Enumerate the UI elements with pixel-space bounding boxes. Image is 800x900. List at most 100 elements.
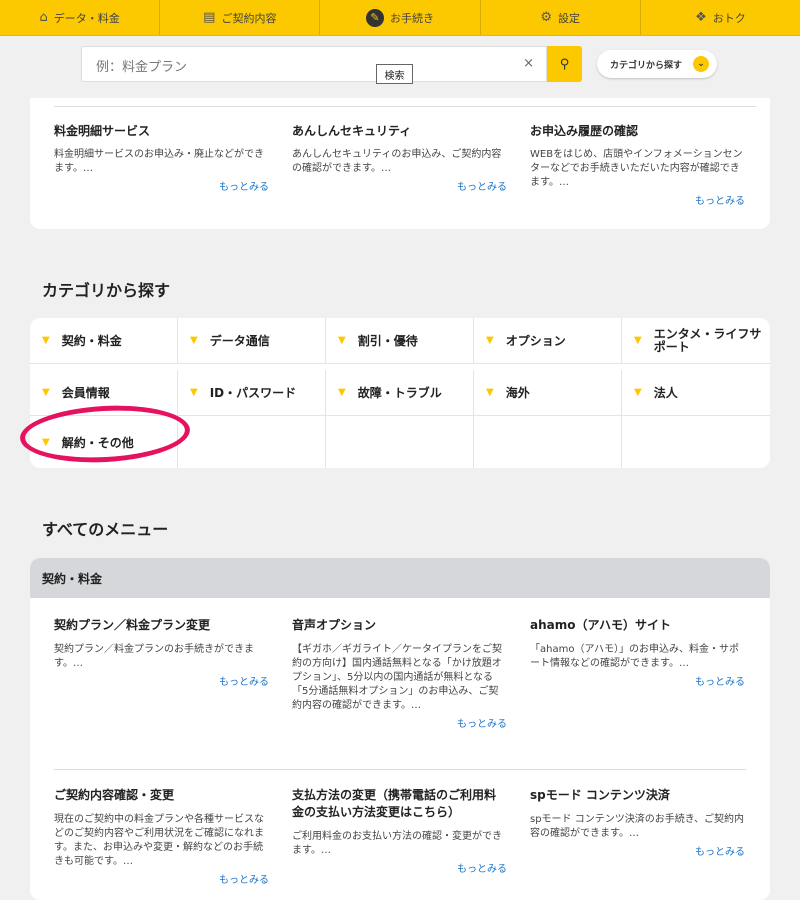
service-desc: WEBをはじめ、店頭やインフォメーションセンターなどでお手続きいただいた内容が確… [530, 149, 743, 188]
search-placeholder: 例：料金プラン [96, 60, 188, 75]
category-contract-fee[interactable]: ▼ 契約・料金 [30, 318, 178, 364]
service-title: 料金明細サービス [54, 124, 151, 138]
menu-item[interactable]: 支払方法の変更（携帯電話のご利用料金の支払い方法変更はこちら） ご利用料金のお支… [292, 787, 507, 875]
triangle-down-icon: ▼ [634, 335, 642, 346]
category-heading: カテゴリから探す [42, 281, 171, 300]
gear-icon: ⚙ [540, 10, 553, 25]
menu-item-desc: spモード コンテンツ決済のお手続き、ご契約内容の確認ができます。… [530, 814, 745, 839]
menu-item-title: ahamo（アハモ）サイト [530, 618, 672, 632]
menu-item-title: ご契約内容確認・変更 [54, 788, 175, 802]
menu-item[interactable]: 音声オプション 【ギガホ／ギガライト／ケータイプランをご契約の方向け】国内通話無… [292, 617, 507, 730]
search-icon: ⚲ [559, 56, 570, 72]
more-link[interactable]: もっとみる [530, 192, 745, 207]
nav-label: お手続き [390, 11, 434, 25]
menu-item-desc: 契約プラン／料金プランのお手続きができます。… [54, 644, 254, 669]
clear-icon[interactable]: × [523, 56, 534, 71]
menu-item-desc: ご利用料金のお支払い方法の確認・変更ができます。… [292, 831, 502, 856]
category-id-password[interactable]: ▼ ID・パスワード [178, 370, 326, 416]
menu-item[interactable]: spモード コンテンツ決済 spモード コンテンツ決済のお手続き、ご契約内容の確… [530, 787, 745, 858]
more-link[interactable]: もっとみる [530, 673, 745, 688]
category-label: 契約・料金 [61, 334, 122, 348]
category-label: ID・パスワード [209, 386, 297, 400]
more-link[interactable]: もっとみる [292, 715, 507, 730]
menu-item[interactable]: 契約プラン／料金プラン変更 契約プラン／料金プランのお手続きができます。… もっ… [54, 617, 269, 688]
triangle-down-icon: ▼ [486, 335, 494, 346]
menu-item-title: 契約プラン／料金プラン変更 [54, 618, 211, 632]
nav-contract[interactable]: ▤ ご契約内容 [159, 0, 319, 35]
nav-label: データ・料金 [53, 11, 120, 25]
triangle-down-icon: ▼ [190, 387, 198, 398]
menu-section-header: 契約・料金 [30, 558, 770, 598]
more-link[interactable]: もっとみる [530, 843, 745, 858]
nav-data-fee[interactable]: ⌂ データ・料金 [0, 0, 159, 35]
menu-item[interactable]: ahamo（アハモ）サイト 「ahamo（アハモ）」のお申込み、料金・サポート情… [530, 617, 745, 688]
nav-deals[interactable]: ❖ おトク [639, 0, 800, 35]
search-bar: 例：料金プラン × ⚲ 検索 カテゴリから探す ⌄ [0, 36, 800, 98]
category-empty [326, 416, 474, 468]
category-entertainment[interactable]: ▼ エンタメ・ライフサポート [622, 318, 770, 364]
document-icon: ▤ [203, 10, 216, 25]
category-search-button[interactable]: カテゴリから探す ⌄ [597, 50, 717, 78]
triangle-down-icon: ▼ [338, 387, 346, 398]
nav-settings[interactable]: ⚙ 設定 [479, 0, 640, 35]
category-label: 法人 [653, 386, 678, 400]
more-link[interactable]: もっとみる [292, 860, 507, 875]
service-desc: あんしんセキュリティのお申込み、ご契約内容の確認ができます。… [292, 149, 502, 174]
category-label: データ通信 [209, 334, 270, 348]
triangle-down-icon: ▼ [42, 335, 50, 346]
nav-label: おトク [712, 11, 746, 25]
category-discount[interactable]: ▼ 割引・優待 [326, 318, 474, 364]
menu-item-title: 支払方法の変更（携帯電話のご利用料金の支払い方法変更はこちら） [292, 788, 497, 819]
category-label: エンタメ・ライフサポート [653, 326, 762, 354]
triangle-down-icon: ▼ [190, 335, 198, 346]
more-link[interactable]: もっとみる [54, 871, 269, 886]
category-label: オプション [505, 334, 566, 348]
menu-item-desc: 【ギガホ／ギガライト／ケータイプランをご契約の方向け】国内通話無料となる「かけ放… [292, 644, 502, 711]
category-empty [622, 416, 770, 468]
category-trouble[interactable]: ▼ 故障・トラブル [326, 370, 474, 416]
triangle-down-icon: ▼ [486, 387, 494, 398]
more-link[interactable]: もっとみる [54, 673, 269, 688]
service-title: お申込み履歴の確認 [530, 124, 639, 138]
menu-item-title: 音声オプション [292, 618, 377, 632]
services-card: 料金明細サービス 料金明細サービスのお申込み・廃止などができます。… もっとみる… [30, 98, 770, 229]
top-navigation: ⌂ データ・料金 ▤ ご契約内容 ✎ お手続き ⚙ 設定 ❖ おトク [0, 0, 800, 36]
nav-label: ご契約内容 [221, 11, 277, 25]
category-empty [474, 416, 622, 468]
divider [54, 106, 756, 107]
service-desc: 料金明細サービスのお申込み・廃止などができます。… [54, 149, 264, 174]
menu-item[interactable]: ご契約内容確認・変更 現在のご契約中の料金プランや各種サービスなどのご契約内容や… [54, 787, 269, 886]
triangle-down-icon: ▼ [42, 387, 50, 398]
service-item[interactable]: お申込み履歴の確認 WEBをはじめ、店頭やインフォメーションセンターなどでお手続… [530, 122, 745, 207]
gift-icon: ❖ [695, 10, 707, 25]
service-item[interactable]: あんしんセキュリティ あんしんセキュリティのお申込み、ご契約内容の確認ができます… [292, 122, 507, 193]
nav-procedures[interactable]: ✎ お手続き [319, 0, 479, 35]
triangle-down-icon: ▼ [338, 335, 346, 346]
category-overseas[interactable]: ▼ 海外 [474, 370, 622, 416]
category-data[interactable]: ▼ データ通信 [178, 318, 326, 364]
category-label: 割引・優待 [357, 334, 418, 348]
search-input[interactable]: 例：料金プラン × [81, 46, 547, 82]
menu-item-desc: 「ahamo（アハモ）」のお申込み、料金・サポート情報などの確認ができます。… [530, 644, 740, 669]
service-title: あんしんセキュリティ [292, 124, 412, 138]
chevron-down-icon: ⌄ [693, 56, 709, 72]
more-link[interactable]: もっとみる [292, 178, 507, 193]
search-tooltip: 検索 [376, 64, 413, 84]
category-empty [178, 416, 326, 468]
search-button[interactable]: ⚲ [547, 46, 582, 82]
divider [54, 769, 746, 770]
service-item[interactable]: 料金明細サービス 料金明細サービスのお申込み・廃止などができます。… もっとみる [54, 122, 269, 193]
menu-item-desc: 現在のご契約中の料金プランや各種サービスなどのご契約内容やご利用状況をご確認にな… [54, 814, 264, 867]
category-button-label: カテゴリから探す [610, 60, 683, 71]
triangle-down-icon: ▼ [634, 387, 642, 398]
all-menu-heading: すべてのメニュー [42, 520, 169, 539]
nav-label: 設定 [558, 11, 581, 25]
menu-card: 契約・料金 契約プラン／料金プラン変更 契約プラン／料金プランのお手続きができま… [30, 558, 770, 900]
menu-item-title: spモード コンテンツ決済 [530, 788, 670, 802]
category-label: 会員情報 [61, 386, 110, 400]
edit-icon: ✎ [366, 8, 384, 27]
more-link[interactable]: もっとみる [54, 178, 269, 193]
home-icon: ⌂ [39, 10, 48, 25]
category-corporate[interactable]: ▼ 法人 [622, 370, 770, 416]
category-options[interactable]: ▼ オプション [474, 318, 622, 364]
